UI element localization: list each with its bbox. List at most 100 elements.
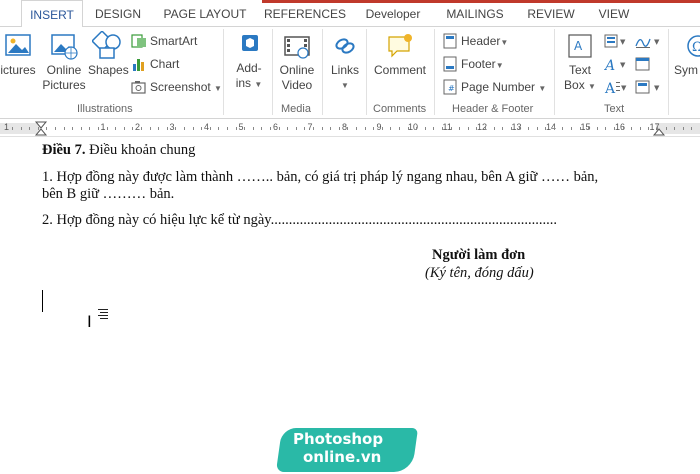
online-video-button[interactable]: Online Video <box>276 31 318 93</box>
ruler-tick <box>210 127 211 130</box>
tab-references[interactable]: REFERENCES <box>264 0 346 27</box>
shapes-button[interactable]: Shapes <box>88 31 129 78</box>
watermark-logo: Photoshop online.vn <box>275 424 419 474</box>
ruler-number: 1 <box>4 122 10 132</box>
ruler-tick <box>287 127 288 130</box>
header-button[interactable]: Header▼ <box>442 32 522 50</box>
ruler-tick <box>132 127 133 130</box>
tab-page-layout[interactable]: PAGE LAYOUT <box>160 0 250 27</box>
document-page[interactable]: Điều 7. Điều khoản chung 1. Hợp đồng này… <box>0 138 700 474</box>
tab-insert[interactable]: INSERT <box>21 0 83 28</box>
online-pictures-button[interactable]: Online Pictures <box>42 31 86 93</box>
ruler-tick <box>270 127 271 130</box>
signature-line-button[interactable]: ▼ <box>634 32 664 50</box>
ruler-tick <box>648 127 649 130</box>
ruler-tick <box>476 127 477 130</box>
screenshot-icon <box>131 81 146 94</box>
online-pictures-label-2: Pictures <box>42 78 86 92</box>
text-box-icon: A <box>568 34 592 58</box>
new-comment-button[interactable]: Comment <box>370 31 430 78</box>
links-dropdown-icon: ▼ <box>341 81 349 90</box>
screenshot-button[interactable]: Screenshot ▼ <box>131 78 222 96</box>
horizontal-ruler[interactable]: 1 1 2 3 4 5 6 7 8 9 10 11 12 13 14 15 16 17 <box>0 120 700 137</box>
ruler-tick <box>55 127 56 130</box>
links-button[interactable]: Links ▼ <box>326 31 364 93</box>
signer-note: (Ký tên, đóng dấu) <box>425 265 534 281</box>
ruler-tick <box>657 127 658 130</box>
ruler-tick <box>46 127 47 130</box>
footer-button[interactable]: Footer▼ <box>442 55 522 73</box>
footer-label: Footer▼ <box>461 57 504 71</box>
add-ins-button[interactable]: Add- ins ▼ <box>230 31 268 92</box>
online-video-label-2: Video <box>281 78 313 92</box>
ruler-tick <box>64 127 65 130</box>
group-separator <box>668 29 669 115</box>
ruler-tick <box>339 127 340 130</box>
store-icon <box>242 35 258 51</box>
ruler-tick <box>322 127 323 130</box>
ruler-tick <box>631 127 632 130</box>
ruler-tick <box>683 127 684 130</box>
watermark-text-line-2: online.vn <box>303 448 382 466</box>
ruler-tick <box>227 127 228 130</box>
video-icon <box>284 36 310 59</box>
ruler-number: 6 <box>273 122 279 132</box>
ruler-tick <box>313 127 314 130</box>
ruler-tick <box>674 127 675 130</box>
ruler-tick <box>373 127 374 130</box>
pictures-button[interactable]: ictures <box>0 31 38 78</box>
ruler-tick <box>261 127 262 130</box>
tab-developer[interactable]: Developer <box>358 0 428 27</box>
ruler-number: 17 <box>649 122 660 132</box>
illustrations-group-label: Illustrations <box>77 103 133 115</box>
tab-view[interactable]: VIEW <box>592 0 636 27</box>
ruler-tick <box>201 127 202 130</box>
ruler-tick <box>218 127 219 130</box>
ruler-tick <box>416 127 417 130</box>
ruler-tick <box>623 127 624 130</box>
page-number-button[interactable]: # Page Number ▼ <box>442 78 546 96</box>
ruler-number: 5 <box>238 122 244 132</box>
object-button[interactable]: ▼ <box>634 78 664 96</box>
ruler-number: 3 <box>169 122 175 132</box>
symbols-button[interactable]: Ω Sym <box>674 31 700 78</box>
text-box-button[interactable]: A Text Box ▼ <box>560 31 600 94</box>
ruler-tick <box>691 127 692 130</box>
ruler-number: 9 <box>376 122 382 132</box>
drop-cap-button[interactable]: A ▼ <box>604 78 630 96</box>
footer-icon <box>443 56 457 72</box>
signature-line-icon: ▼ <box>635 38 660 48</box>
chart-button[interactable]: Chart <box>131 55 203 73</box>
svg-text:▼: ▼ <box>621 84 627 92</box>
tab-design[interactable]: DESIGN <box>90 0 146 27</box>
symbols-icon: Ω <box>687 35 700 57</box>
date-time-button[interactable] <box>634 55 664 73</box>
ruler-tick <box>21 127 22 130</box>
ruler-tick <box>588 127 589 130</box>
header-footer-group-label: Header & Footer <box>452 103 534 115</box>
ruler-tick <box>511 127 512 130</box>
smartart-button[interactable]: SmartArt <box>131 32 203 50</box>
comment-label: Comment <box>373 63 426 77</box>
header-icon <box>443 33 457 49</box>
ruler-tick <box>347 127 348 130</box>
shapes-label: Shapes <box>88 63 129 77</box>
ruler-tick <box>175 127 176 130</box>
link-icon <box>335 38 355 54</box>
quick-parts-button[interactable]: ▼ <box>604 32 630 50</box>
text-box-label-2: Box ▼ <box>564 78 596 92</box>
ribbon: ictures Online Pictures Shapes SmartArt <box>0 27 700 119</box>
tab-review[interactable]: REVIEW <box>522 0 580 27</box>
ruler-number: 7 <box>307 122 313 132</box>
ruler-tick <box>253 127 254 130</box>
svg-text:▼: ▼ <box>654 38 660 46</box>
ruler-number: 15 <box>580 122 591 132</box>
pictures-label: ictures <box>0 63 36 77</box>
ruler-tick <box>640 127 641 130</box>
ruler-tick <box>150 127 151 130</box>
wordart-button[interactable]: A ▼ <box>604 55 630 73</box>
comments-group-label: Comments <box>373 103 427 115</box>
ruler-tick <box>459 127 460 130</box>
ruler-number: 4 <box>204 122 210 132</box>
tab-mailings[interactable]: MAILINGS <box>440 0 510 27</box>
